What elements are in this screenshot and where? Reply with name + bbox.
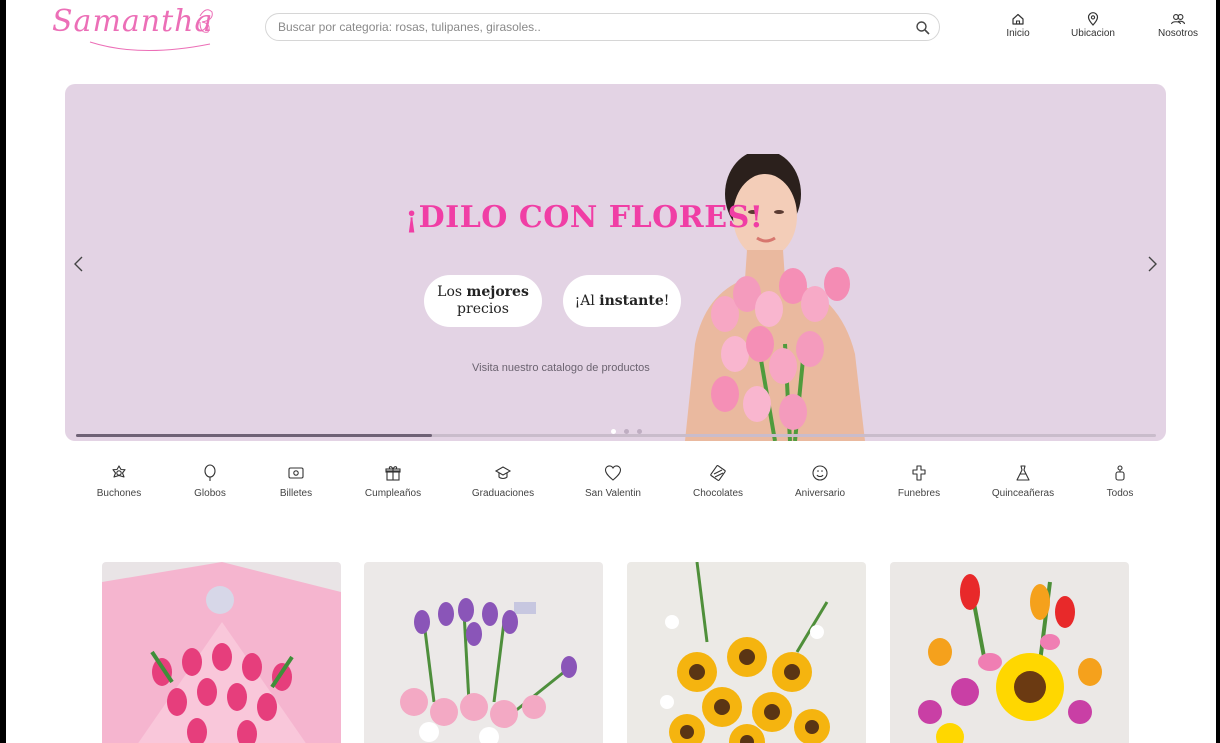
category-7[interactable]: Chocolates: [668, 464, 768, 499]
category-label: Aniversario: [794, 488, 846, 499]
home-icon: [1012, 13, 1024, 25]
chevron-right-icon[interactable]: [1144, 254, 1160, 274]
pill-2-suffix: !: [663, 292, 670, 309]
heart-icon: [604, 465, 622, 481]
product-card-mixed-arrangement[interactable]: [364, 562, 603, 743]
users-icon: [1170, 14, 1186, 25]
category-label: Graduaciones: [471, 488, 535, 499]
category-label: San Valentin: [585, 488, 641, 499]
cross-icon: [912, 465, 926, 481]
pill-1-bold: mejores: [466, 284, 529, 300]
category-label: Globos: [194, 488, 226, 499]
butterfly-icon: [89, 9, 213, 51]
graduation-cap-icon: [494, 466, 512, 480]
flower-icon: [112, 465, 126, 478]
nav-about[interactable]: Nosotros: [1152, 12, 1204, 39]
pill-2-prefix: ¡Al: [574, 292, 600, 309]
carousel-progress: [76, 434, 1156, 437]
nav-home[interactable]: Inicio: [1000, 12, 1036, 39]
chocolate-icon: [710, 465, 726, 481]
product-card-tropical-bouquet[interactable]: [890, 562, 1129, 743]
chevron-left-icon[interactable]: [71, 254, 87, 274]
hero-model-image: [685, 154, 865, 441]
instant-delivery-badge[interactable]: ¡Al instante!: [563, 275, 681, 327]
gift-icon: [385, 466, 401, 481]
search-icon[interactable]: [915, 20, 931, 36]
carousel-progress-fill: [76, 434, 433, 437]
logo[interactable]: Samantha: [50, 2, 220, 54]
category-10[interactable]: Quinceañeras: [973, 464, 1073, 499]
hero-carousel: ¡DILO CON FLORES! Los mejores precios ¡A…: [65, 84, 1166, 441]
anniversary-icon: [812, 465, 828, 481]
search-bar: [265, 13, 940, 41]
nav-location[interactable]: Ubicacion: [1066, 12, 1120, 39]
category-label: Chocolates: [692, 488, 744, 499]
category-label: Funebres: [897, 488, 941, 499]
category-label: Billetes: [279, 488, 313, 499]
best-prices-badge[interactable]: Los mejores precios: [424, 275, 542, 327]
category-label: Buchones: [96, 488, 142, 499]
category-9[interactable]: Funebres: [869, 464, 969, 499]
nav-location-label: Ubicacion: [1071, 28, 1115, 39]
banknote-icon: [288, 467, 304, 479]
page: Samantha Inicio Ubica: [6, 0, 1216, 743]
category-5[interactable]: Graduaciones: [453, 464, 553, 499]
category-label: Cumpleaños: [364, 488, 422, 499]
all-categories-icon: [1115, 465, 1125, 481]
category-4[interactable]: Cumpleaños: [343, 464, 443, 499]
catalog-link[interactable]: Visita nuestro catalogo de productos: [472, 362, 650, 374]
hero-title: ¡DILO CON FLORES!: [405, 200, 764, 235]
nav-home-label: Inicio: [1006, 28, 1030, 39]
category-11[interactable]: Todos: [1070, 464, 1170, 499]
search-input[interactable]: [278, 14, 898, 40]
category-6[interactable]: San Valentin: [563, 464, 663, 499]
product-card-sunflower-arrangement[interactable]: [627, 562, 866, 743]
category-2[interactable]: Globos: [160, 464, 260, 499]
balloon-icon: [204, 464, 216, 481]
nav-about-label: Nosotros: [1157, 28, 1198, 39]
category-bar: Buchones Globos Billetes Cumpleaños Graduaci…: [6, 464, 1216, 514]
header: Samantha Inicio Ubica: [6, 0, 1216, 56]
category-1[interactable]: Buchones: [69, 464, 169, 499]
pill-1-prefix: Los: [437, 284, 467, 300]
pill-2-bold: instante: [599, 292, 664, 309]
location-pin-icon: [1087, 12, 1099, 26]
category-label: Todos: [1106, 488, 1134, 499]
category-8[interactable]: Aniversario: [770, 464, 870, 499]
category-label: Quinceañeras: [991, 488, 1055, 499]
category-3[interactable]: Billetes: [246, 464, 346, 499]
product-card-pink-tulips[interactable]: [102, 562, 341, 743]
pill-1-suffix: precios: [457, 301, 509, 317]
dress-icon: [1016, 465, 1030, 481]
